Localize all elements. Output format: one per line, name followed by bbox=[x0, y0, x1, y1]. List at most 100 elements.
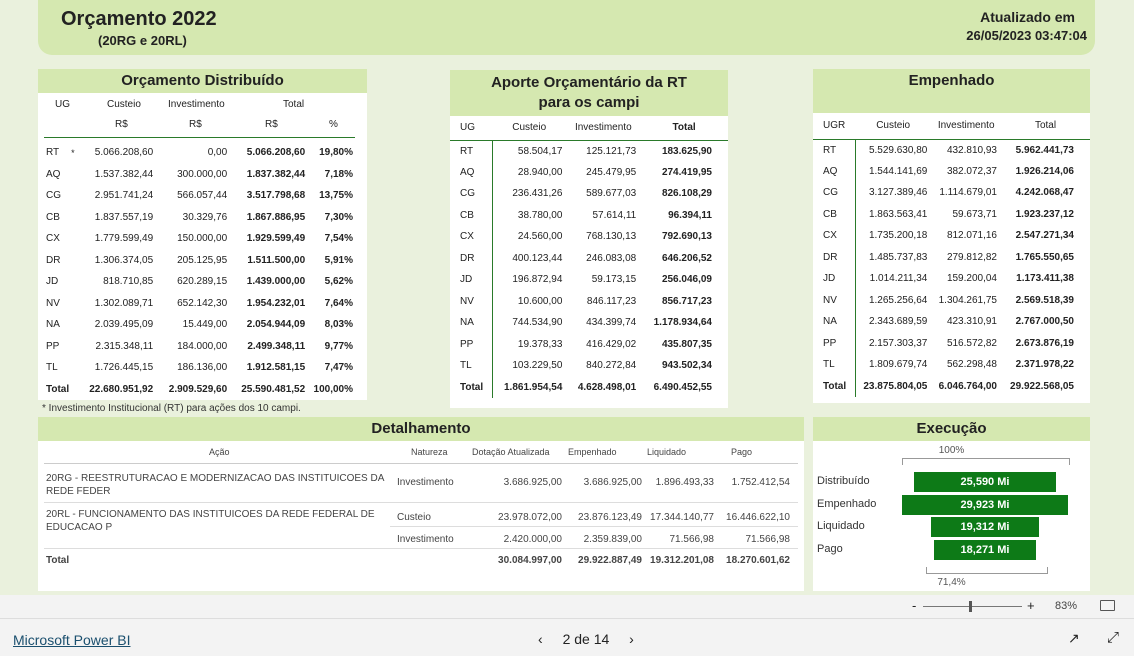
next-page-icon[interactable]: › bbox=[629, 631, 634, 647]
table-row[interactable]: CB 38.780,00 57.614,11 96.394,11 bbox=[450, 204, 728, 226]
table-row[interactable]: NV 1.302.089,71 652.142,30 1.954.232,01 7,64… bbox=[38, 293, 367, 315]
table-row[interactable]: CX 1.779.599,49 150.000,00 1.929.599,49 7,54… bbox=[38, 228, 367, 250]
col-ug: UG bbox=[55, 99, 70, 110]
ug-cell: TL bbox=[450, 355, 493, 377]
powerbi-link[interactable]: Microsoft Power BI bbox=[13, 632, 130, 648]
col-custeio[interactable]: Custeio bbox=[855, 113, 931, 139]
share-icon[interactable]: ↗ bbox=[1068, 630, 1080, 647]
col-ug[interactable]: UG bbox=[450, 116, 492, 140]
table-row[interactable]: CG 3.127.389,46 1.114.679,01 4.242.068,47 bbox=[813, 182, 1090, 204]
zoom-slider[interactable] bbox=[923, 601, 1022, 612]
col-natureza: Natureza bbox=[411, 447, 448, 457]
fullscreen-icon[interactable]: ⤢ bbox=[1107, 629, 1119, 646]
distribuido-panel[interactable]: Orçamento Distribuído UG Custeio Investi… bbox=[38, 69, 367, 400]
table-row[interactable]: CG 2.951.741,24 566.057,44 3.517.798,68 13,7… bbox=[38, 185, 367, 207]
table-row[interactable]: JD 1.014.211,34 159.200,04 1.173.411,38 bbox=[813, 268, 1090, 290]
bottom-bracket bbox=[926, 567, 1048, 574]
col-total[interactable]: Total bbox=[640, 116, 728, 140]
table-row[interactable]: DR 1.485.737,83 279.812,82 1.765.550,65 bbox=[813, 246, 1090, 268]
custeio-cell: 1.265.256,64 bbox=[868, 294, 928, 306]
col-investimento[interactable]: Investimento bbox=[566, 116, 640, 140]
flag-cell bbox=[70, 250, 84, 272]
table-row[interactable]: AQ 28.940,00 245.479,95 274.419,95 bbox=[450, 161, 728, 183]
zoom-in-button[interactable]: + bbox=[1027, 598, 1035, 613]
execucao-panel[interactable]: Execução 100% Distribuído 25,590 Mi Empenh… bbox=[813, 417, 1090, 591]
empenhado-panel[interactable]: Empenhado UGR Custeio Investimento Total RT… bbox=[813, 69, 1090, 403]
sub-rs2: R$ bbox=[189, 119, 202, 130]
table-row[interactable]: TL 103.229,50 840.272,84 943.502,34 bbox=[450, 355, 728, 377]
col-investimento[interactable]: Investimento bbox=[931, 113, 1001, 139]
exec-label: Liquidado bbox=[817, 520, 865, 532]
total-cell: 2.371.978,22 bbox=[1015, 359, 1074, 371]
empenhado-2: 23.876.123,49 bbox=[578, 512, 642, 523]
col-custeio[interactable]: Custeio bbox=[492, 116, 566, 140]
table-row[interactable]: NV 10.600,00 846.117,23 856.717,23 bbox=[450, 290, 728, 312]
exec-bar[interactable]: 19,312 Mi bbox=[931, 517, 1039, 537]
detalhamento-header: Ação Natureza Dotação Atualizada Empenha… bbox=[44, 441, 798, 464]
total-cell: 25.590.481,52 bbox=[241, 383, 306, 395]
custeio-cell: 28.940,00 bbox=[517, 166, 563, 178]
table-row[interactable]: RT 5.529.630,80 432.810,93 5.962.441,73 bbox=[813, 139, 1090, 161]
table-row[interactable]: JD 818.710,85 620.289,15 1.439.000,00 5,62% bbox=[38, 271, 367, 293]
table-row[interactable]: DR 400.123,44 246.083,08 646.206,52 bbox=[450, 247, 728, 269]
exec-bar[interactable]: 25,590 Mi bbox=[914, 472, 1056, 492]
zoom-slider-thumb[interactable] bbox=[968, 601, 972, 612]
exec-bar[interactable]: 29,923 Mi bbox=[902, 494, 1068, 515]
ug-cell: Total bbox=[450, 376, 493, 398]
table-row[interactable]: PP 19.378,33 416.429,02 435.807,35 bbox=[450, 333, 728, 355]
col-ug[interactable]: UGR bbox=[813, 113, 855, 139]
table-row[interactable]: NA 2.039.495,09 15.449,00 2.054.944,09 8,03% bbox=[38, 314, 367, 336]
custeio-cell: 744.534,90 bbox=[512, 317, 563, 329]
table-row[interactable]: CB 1.837.557,19 30.329,76 1.867.886,95 7,30% bbox=[38, 207, 367, 229]
investimento-cell: 184.000,00 bbox=[177, 340, 228, 352]
table-row[interactable]: NA 744.534,90 434.399,74 1.178.934,64 bbox=[450, 312, 728, 334]
natureza-1: Investimento bbox=[397, 477, 454, 488]
table-row[interactable]: CX 24.560,00 768.130,13 792.690,13 bbox=[450, 226, 728, 248]
table-row[interactable]: RT 58.504,17 125.121,73 183.625,90 bbox=[450, 140, 728, 162]
table-row[interactable]: DR 1.306.374,05 205.125,95 1.511.500,00 5,91… bbox=[38, 250, 367, 272]
total-cell: 646.206,52 bbox=[661, 252, 712, 264]
col-liquidado: Liquidado bbox=[647, 447, 687, 457]
table-row[interactable]: JD 196.872,94 59.173,15 256.046,09 bbox=[450, 269, 728, 291]
table-row[interactable]: NV 1.265.256,64 1.304.261,75 2.569.518,39 bbox=[813, 289, 1090, 311]
investimento-cell: 768.130,13 bbox=[586, 231, 637, 243]
total-row[interactable]: Total 22.680.951,92 2.909.529,60 25.590.481… bbox=[38, 379, 367, 401]
table-row[interactable]: CG 236.431,26 589.677,03 826.108,29 bbox=[450, 183, 728, 205]
table-row[interactable]: CB 1.863.563,41 59.673,71 1.923.237,12 bbox=[813, 203, 1090, 225]
acao-2: 20RL - FUNCIONAMENTO DAS INSTITUICOES DA… bbox=[46, 509, 375, 533]
total-cell: 2.499.348,11 bbox=[247, 340, 306, 352]
ug-cell: NV bbox=[813, 289, 856, 311]
col-total[interactable]: Total bbox=[1001, 113, 1090, 139]
ug-cell: Total bbox=[46, 383, 70, 395]
prev-page-icon[interactable]: ‹ bbox=[538, 631, 543, 647]
fit-page-icon[interactable] bbox=[1100, 600, 1115, 611]
pct-cell: 7,64% bbox=[324, 297, 353, 309]
table-row[interactable]: TL 1.809.679,74 562.298,48 2.371.978,22 bbox=[813, 354, 1090, 376]
table-row[interactable]: AQ 1.537.382,44 300.000,00 1.837.382,44 7,18… bbox=[38, 164, 367, 186]
total-cell: 2.547.271,34 bbox=[1015, 230, 1074, 242]
table-row[interactable]: CX 1.735.200,18 812.071,16 2.547.271,34 bbox=[813, 225, 1090, 247]
exec-bar[interactable]: 18,271 Mi bbox=[934, 539, 1036, 560]
total-cell: 943.502,34 bbox=[661, 360, 712, 372]
total-cell: 792.690,13 bbox=[661, 231, 712, 243]
flag-cell: * bbox=[71, 147, 75, 158]
table-row[interactable]: AQ 1.544.141,69 382.072,37 1.926.214,06 bbox=[813, 160, 1090, 182]
table-row[interactable]: RT * 5.066.208,60 0,00 5.066.208,60 19,80% bbox=[38, 142, 367, 164]
custeio-cell: 1.302.089,71 bbox=[94, 297, 154, 309]
total-row[interactable]: Total 23.875.804,05 6.046.764,00 29.922.568… bbox=[813, 375, 1090, 397]
dotacao-2: 23.978.072,00 bbox=[498, 512, 562, 523]
detalhamento-panel[interactable]: Detalhamento Ação Natureza Dotação Atual… bbox=[38, 417, 804, 591]
table-row[interactable]: PP 2.157.303,37 516.572,82 2.673.876,19 bbox=[813, 332, 1090, 354]
table-row[interactable]: TL 1.726.445,15 186.136,00 1.912.581,15 7,47… bbox=[38, 357, 367, 379]
aporte-panel[interactable]: Aporte Orçamentário da RT para os campi … bbox=[450, 70, 728, 408]
table-row[interactable]: NA 2.343.689,59 423.310,91 2.767.000,50 bbox=[813, 311, 1090, 333]
ug-cell: JD bbox=[813, 268, 856, 290]
zoom-out-button[interactable]: - bbox=[912, 598, 916, 613]
pct-cell: 5,62% bbox=[324, 276, 353, 288]
table-row[interactable]: PP 2.315.348,11 184.000,00 2.499.348,11 9,77… bbox=[38, 336, 367, 358]
total-cell: 183.625,90 bbox=[661, 145, 712, 157]
row-divider bbox=[390, 526, 798, 527]
total-cell: 1.178.934,64 bbox=[653, 317, 712, 329]
investimento-cell: 15.449,00 bbox=[182, 319, 228, 331]
total-row[interactable]: Total 1.861.954,54 4.628.498,01 6.490.452,5… bbox=[450, 376, 728, 398]
